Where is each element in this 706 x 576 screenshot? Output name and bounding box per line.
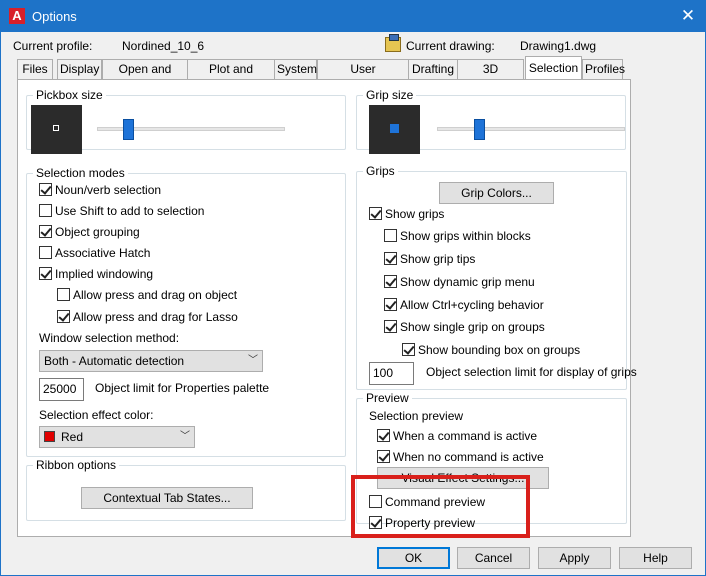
tab-drafting[interactable]: Drafting	[408, 59, 458, 79]
highlight-annotation	[351, 475, 530, 538]
red-swatch-icon	[44, 431, 55, 442]
close-icon[interactable]: ✕	[671, 1, 705, 32]
tab-user-preferences[interactable]: User Preferences	[317, 59, 409, 94]
show-grips-checkbox[interactable]: Show grips	[369, 207, 444, 223]
tab-open-and-save[interactable]: Open and Save	[102, 59, 188, 94]
tab-selection[interactable]: Selection	[525, 56, 582, 79]
current-profile-label: Current profile:	[13, 39, 93, 53]
drawing-icon	[385, 34, 401, 52]
pickbox-preview	[31, 105, 82, 154]
cancel-button[interactable]: Cancel	[457, 547, 530, 569]
bounding-box-groups-checkbox[interactable]: Show bounding box on groups	[402, 343, 580, 359]
tab-plot-and-publish[interactable]: Plot and Publish	[187, 59, 275, 94]
grip-limit-input[interactable]: 100	[369, 362, 414, 385]
window-method-label: Window selection method:	[39, 331, 180, 345]
selection-modes-group: Selection modes Noun/verb selection Use …	[26, 166, 346, 457]
apply-button[interactable]: Apply	[538, 547, 611, 569]
selection-modes-title: Selection modes	[33, 166, 128, 180]
grips-title: Grips	[363, 164, 398, 178]
press-drag-object-checkbox[interactable]: Allow press and drag on object	[57, 288, 237, 304]
object-limit-label: Object limit for Properties palette	[95, 381, 270, 395]
title-bar[interactable]: A Options ✕	[1, 1, 705, 32]
ribbon-options-title: Ribbon options	[33, 458, 120, 472]
current-drawing-label: Current drawing:	[406, 39, 495, 53]
show-grips-blocks-checkbox[interactable]: Show grips within blocks	[384, 229, 531, 245]
preview-title: Preview	[363, 391, 412, 405]
effect-color-select[interactable]: Red ﹀	[39, 426, 195, 448]
autocad-logo-icon: A	[9, 8, 25, 24]
pickbox-slider-thumb[interactable]	[123, 119, 134, 140]
object-limit-input[interactable]: 25000	[39, 378, 84, 401]
show-dynamic-grip-menu-checkbox[interactable]: Show dynamic grip menu	[384, 275, 535, 291]
tab-3d-modeling[interactable]: 3D Modeling	[457, 59, 524, 94]
window-title: Options	[32, 9, 77, 24]
single-grip-groups-checkbox[interactable]: Show single grip on groups	[384, 320, 545, 336]
grips-group: Grips Grip Colors... Show grips Show gri…	[356, 164, 637, 390]
tab-files[interactable]: Files	[17, 59, 53, 79]
grip-limit-label: Object selection limit for display of gr…	[426, 365, 637, 379]
help-button[interactable]: Help	[619, 547, 692, 569]
no-command-active-checkbox[interactable]: When no command is active	[377, 450, 544, 466]
current-drawing-value: Drawing1.dwg	[520, 39, 597, 53]
options-dialog: A Options ✕ Current profile: Nordined_10…	[0, 0, 706, 576]
current-profile-value: Nordined_10_6	[122, 39, 205, 53]
tab-display[interactable]: Display	[57, 59, 102, 79]
grip-size-group: Grip size	[356, 88, 626, 154]
tab-system[interactable]: System	[274, 59, 317, 79]
implied-windowing-checkbox[interactable]: Implied windowing	[39, 267, 153, 283]
selection-tab-panel: Pickbox size Grip size Selection modes N…	[17, 79, 637, 537]
object-grouping-checkbox[interactable]: Object grouping	[39, 225, 140, 241]
noun-verb-selection-checkbox[interactable]: Noun/verb selection	[39, 183, 161, 199]
chevron-down-icon: ﹀	[180, 431, 190, 442]
associative-hatch-checkbox[interactable]: Associative Hatch	[39, 246, 150, 262]
ok-button[interactable]: OK	[377, 547, 450, 569]
tab-profiles[interactable]: Profiles	[582, 59, 625, 79]
press-drag-lasso-checkbox[interactable]: Allow press and drag for Lasso	[57, 310, 238, 326]
effect-color-label: Selection effect color:	[39, 408, 154, 422]
pickbox-group: Pickbox size	[26, 88, 346, 154]
selection-preview-label: Selection preview	[369, 409, 464, 423]
grip-size-title: Grip size	[363, 88, 417, 102]
command-active-checkbox[interactable]: When a command is active	[377, 429, 537, 445]
ctrl-cycling-checkbox[interactable]: Allow Ctrl+cycling behavior	[384, 298, 544, 314]
grip-size-slider-track[interactable]	[437, 127, 625, 131]
grip-size-slider-thumb[interactable]	[474, 119, 485, 140]
ribbon-options-group: Ribbon options Contextual Tab States...	[26, 458, 346, 521]
contextual-tab-states-button[interactable]: Contextual Tab States...	[81, 487, 253, 509]
grip-colors-button[interactable]: Grip Colors...	[439, 182, 554, 204]
show-grip-tips-checkbox[interactable]: Show grip tips	[384, 252, 475, 268]
chevron-down-icon: ﹀	[248, 355, 258, 366]
window-method-select[interactable]: Both - Automatic detection ﹀	[39, 350, 263, 372]
use-shift-checkbox[interactable]: Use Shift to add to selection	[39, 204, 204, 220]
grip-size-preview	[369, 105, 420, 154]
pickbox-title: Pickbox size	[33, 88, 106, 102]
